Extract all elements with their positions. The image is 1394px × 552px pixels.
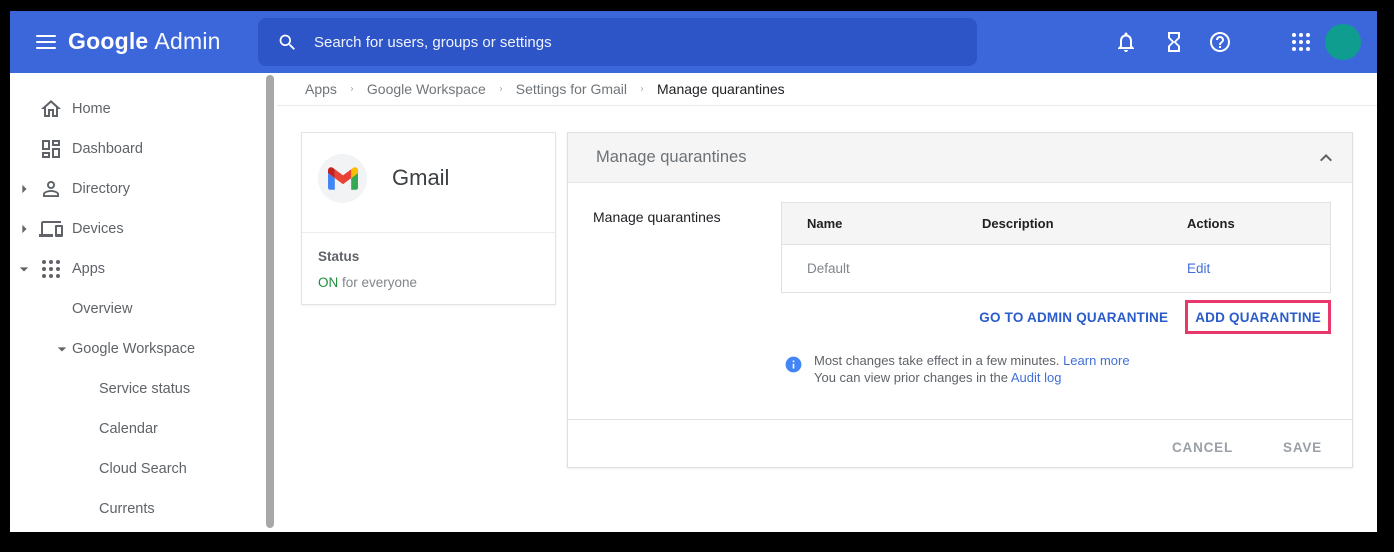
breadcrumb-item-google-workspace[interactable]: Google Workspace [367, 81, 486, 97]
sidebar-item-devices[interactable]: Devices [10, 209, 277, 249]
chevron-right-icon [638, 83, 646, 95]
chevron-right-icon [348, 83, 356, 95]
hourglass-icon[interactable] [1162, 30, 1186, 54]
quarantine-actions: GO TO ADMIN QUARANTINE ADD QUARANTINE [979, 300, 1331, 334]
sidebar-item-label: Directory [72, 181, 130, 197]
edit-link[interactable]: Edit [1187, 261, 1210, 276]
sidebar-item-dashboard[interactable]: Dashboard [10, 129, 277, 169]
table-row: Default Edit [782, 245, 1330, 292]
sidebar-scrollbar[interactable] [266, 75, 274, 528]
home-icon [39, 97, 63, 121]
sidebar-item-apps[interactable]: Apps [10, 249, 277, 289]
admin-console-screen: GoogleAdmin Home Dashboard Directory Device… [10, 11, 1377, 532]
sidebar-item-label: Service status [99, 381, 190, 397]
sidebar-item-label: Google Workspace [72, 341, 195, 357]
chevron-right-icon [14, 219, 34, 239]
google-admin-logo[interactable]: GoogleAdmin [68, 28, 221, 55]
setting-name-label: Manage quarantines [593, 209, 721, 225]
panel-footer: CANCEL SAVE [568, 419, 1352, 469]
sidebar-item-label: Overview [72, 301, 132, 317]
save-button[interactable]: SAVE [1283, 440, 1322, 455]
chevron-right-icon [14, 179, 34, 199]
sidebar-item-label: Apps [72, 261, 105, 277]
sidebar-item-overview[interactable]: Overview [10, 289, 277, 329]
gmail-logo-icon [318, 154, 367, 203]
info-line2: You can view prior changes in the [814, 370, 1008, 385]
app-status-section: Status ON for everyone [302, 233, 555, 290]
search-input[interactable] [314, 34, 914, 51]
help-icon[interactable] [1208, 30, 1232, 54]
avatar[interactable] [1325, 24, 1361, 60]
chevron-down-icon [14, 259, 34, 279]
info-icon [784, 355, 803, 374]
chevron-down-icon [52, 339, 72, 359]
audit-log-link[interactable]: Audit log [1011, 370, 1062, 385]
sidebar-item-cloud-search[interactable]: Cloud Search [10, 449, 277, 489]
sidebar-item-label: Calendar [99, 421, 158, 437]
table-header-row: NameDescriptionActions [782, 203, 1330, 245]
learn-more-link[interactable]: Learn more [1063, 353, 1129, 368]
chevron-right-icon [497, 83, 505, 95]
dashboard-icon [39, 137, 63, 161]
breadcrumb-item-manage-quarantines: Manage quarantines [657, 81, 785, 97]
go-to-admin-quarantine-button[interactable]: GO TO ADMIN QUARANTINE [979, 310, 1168, 325]
breadcrumb-item-apps[interactable]: Apps [305, 81, 337, 97]
breadcrumb: Apps Google Workspace Settings for Gmail Ma… [277, 73, 1377, 106]
annotation-highlight-box: ADD QUARANTINE [1185, 300, 1331, 334]
info-note: Most changes take effect in a few minute… [784, 353, 1130, 386]
panel-header[interactable]: Manage quarantines [568, 133, 1352, 183]
status-suffix: for everyone [338, 275, 417, 290]
gmail-card-header: Gmail [302, 133, 555, 233]
quarantines-table: NameDescriptionActions Default Edit [781, 202, 1331, 293]
chevron-up-icon[interactable] [1314, 146, 1338, 170]
panel-title: Manage quarantines [596, 148, 1314, 167]
sidebar-item-label: Devices [72, 221, 124, 237]
column-header-actions: Actions [1162, 216, 1330, 231]
sidebar-item-label: Dashboard [72, 141, 143, 157]
status-label: Status [318, 249, 539, 264]
search-icon [277, 32, 298, 53]
sidebar-nav: Home Dashboard Directory Devices Apps Overvie… [10, 73, 277, 532]
person-icon [39, 177, 63, 201]
grid-icon[interactable] [1289, 30, 1313, 54]
search-bar[interactable] [258, 18, 977, 66]
gmail-app-card: Gmail Status ON for everyone [301, 132, 556, 305]
sidebar-item-label: Home [72, 101, 111, 117]
manage-quarantines-panel: Manage quarantines Manage quarantines Na… [567, 132, 1353, 468]
sidebar-item-calendar[interactable]: Calendar [10, 409, 277, 449]
quarantine-name: Default [782, 261, 957, 276]
cancel-button[interactable]: CANCEL [1172, 440, 1233, 455]
status-value: ON for everyone [318, 275, 539, 290]
sidebar-item-label: Cloud Search [99, 461, 187, 477]
logo-google: Google [68, 28, 148, 54]
logo-admin: Admin [154, 28, 220, 54]
app-title: Gmail [392, 165, 449, 191]
info-line1: Most changes take effect in a few minute… [814, 353, 1059, 368]
breadcrumb-item-settings-for-gmail[interactable]: Settings for Gmail [516, 81, 627, 97]
top-app-bar: GoogleAdmin [10, 11, 1377, 73]
sidebar-item-currents[interactable]: Currents [10, 489, 277, 529]
main-menu-icon[interactable] [36, 35, 56, 49]
add-quarantine-button[interactable]: ADD QUARANTINE [1195, 310, 1321, 325]
sidebar-item-service-status[interactable]: Service status [10, 369, 277, 409]
column-header-description: Description [957, 216, 1162, 231]
devices-icon [39, 217, 63, 241]
sidebar-item-google-workspace[interactable]: Google Workspace [10, 329, 277, 369]
status-on-badge: ON [318, 275, 338, 290]
sidebar-item-label: Currents [99, 501, 155, 517]
info-text: Most changes take effect in a few minute… [814, 353, 1130, 386]
sidebar-item-directory[interactable]: Directory [10, 169, 277, 209]
sidebar-item-home[interactable]: Home [10, 89, 277, 129]
bell-icon[interactable] [1114, 30, 1138, 54]
apps-grid-icon [39, 257, 63, 281]
column-header-name: Name [782, 216, 957, 231]
